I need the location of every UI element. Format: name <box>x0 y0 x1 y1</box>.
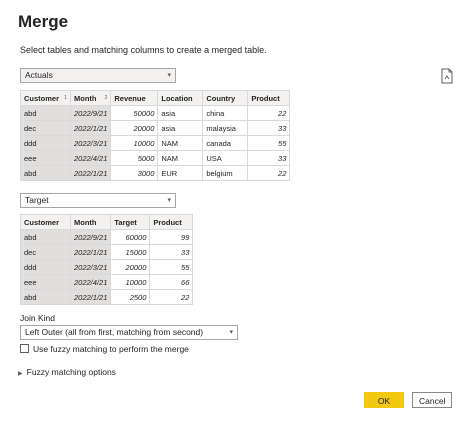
table-cell: 2022/1/21 <box>69 244 112 260</box>
table-row: eee 2022/4/21 5000 NAM USA 33 <box>20 150 291 166</box>
table-cell: 2022/1/21 <box>69 289 112 305</box>
column-header-customer[interactable]: Customer 1 <box>20 90 71 106</box>
table-cell: 2500 <box>110 289 151 305</box>
column-header-target[interactable]: Target <box>110 214 151 230</box>
table-cell: china <box>202 105 249 121</box>
table-cell: 10000 <box>110 274 151 290</box>
table-cell: NAM <box>157 150 204 166</box>
column-header-product[interactable]: Product <box>149 214 194 230</box>
table-cell: 2022/9/21 <box>69 105 112 121</box>
table-cell: 2022/1/21 <box>69 165 112 181</box>
table-cell: malaysia <box>202 120 249 136</box>
table-cell: USA <box>202 150 249 166</box>
table-cell: 2022/3/21 <box>69 259 112 275</box>
table-cell: 33 <box>247 150 291 166</box>
second-table-dropdown-value: Target <box>25 195 49 205</box>
column-header-customer[interactable]: Customer <box>20 214 71 230</box>
table-cell: dec <box>20 244 71 260</box>
dialog-subtitle: Select tables and matching columns to cr… <box>20 45 267 55</box>
table-cell: 10000 <box>110 135 159 151</box>
join-kind-label: Join Kind <box>20 313 55 323</box>
table-cell: 22 <box>149 289 194 305</box>
table-cell: belgium <box>202 165 249 181</box>
table-cell: 22 <box>247 165 291 181</box>
table-row: ddd 2022/3/21 20000 55 <box>20 259 194 275</box>
second-table-dropdown[interactable]: Target ▾ <box>20 193 176 208</box>
table-cell: eee <box>20 150 71 166</box>
table-cell: 33 <box>247 120 291 136</box>
table-row: eee 2022/4/21 10000 66 <box>20 274 194 290</box>
table-cell: ddd <box>20 259 71 275</box>
table-cell: 2022/4/21 <box>69 274 112 290</box>
first-table-preview: Customer 1 Month 2 Revenue Location Countr… <box>20 90 291 181</box>
table-row: abd 2022/1/21 2500 22 <box>20 289 194 305</box>
table-cell: 3000 <box>110 165 159 181</box>
table-cell: 33 <box>149 244 194 260</box>
table-cell: EUR <box>157 165 204 181</box>
dialog-title: Merge <box>18 12 69 31</box>
join-kind-dropdown-value: Left Outer (all from first, matching fro… <box>25 327 204 337</box>
sort-order-badge: 2 <box>104 95 108 101</box>
table-row: dec 2022/1/21 15000 33 <box>20 244 194 260</box>
table-cell: abd <box>20 289 71 305</box>
table-cell: asia <box>157 120 204 136</box>
chevron-down-icon: ▾ <box>167 197 171 204</box>
table-cell: 60000 <box>110 229 151 245</box>
column-header-month[interactable]: Month 2 <box>69 90 112 106</box>
fuzzy-matching-options-expander[interactable]: ▶ Fuzzy matching options <box>18 367 116 377</box>
table-cell: 20000 <box>110 259 151 275</box>
table-cell: abd <box>20 229 71 245</box>
table-cell: 55 <box>149 259 194 275</box>
table-cell: asia <box>157 105 204 121</box>
table-cell: 20000 <box>110 120 159 136</box>
table-cell: 55 <box>247 135 291 151</box>
table-cell: 2022/3/21 <box>69 135 112 151</box>
table-cell: 2022/4/21 <box>69 150 112 166</box>
chevron-down-icon: ▾ <box>229 329 233 336</box>
join-kind-dropdown[interactable]: Left Outer (all from first, matching fro… <box>20 325 238 340</box>
table-cell: eee <box>20 274 71 290</box>
table-header-row: Customer 1 Month 2 Revenue Location Countr… <box>20 90 291 106</box>
table-cell: 5000 <box>110 150 159 166</box>
table-cell: abd <box>20 165 71 181</box>
fuzzy-matching-options-label: Fuzzy matching options <box>26 367 116 377</box>
table-row: abd 2022/9/21 50000 asia china 22 <box>20 105 291 121</box>
file-preview-icon[interactable] <box>440 68 454 84</box>
chevron-right-icon: ▶ <box>18 371 23 377</box>
table-cell: dec <box>20 120 71 136</box>
table-cell: 15000 <box>110 244 151 260</box>
table-header-row: Customer Month Target Product <box>20 214 194 230</box>
table-cell: 50000 <box>110 105 159 121</box>
column-header-product[interactable]: Product <box>247 90 291 106</box>
second-table-preview: Customer Month Target Product abd 2022/9… <box>20 214 194 305</box>
table-cell: NAM <box>157 135 204 151</box>
column-header-location[interactable]: Location <box>157 90 204 106</box>
table-row: abd 2022/9/21 60000 99 <box>20 229 194 245</box>
table-cell: 22 <box>247 105 291 121</box>
first-table-dropdown[interactable]: Actuals ▾ <box>20 68 176 83</box>
table-cell: 2022/1/21 <box>69 120 112 136</box>
table-cell: 2022/9/21 <box>69 229 112 245</box>
table-cell: 99 <box>149 229 194 245</box>
table-row: abd 2022/1/21 3000 EUR belgium 22 <box>20 165 291 181</box>
fuzzy-matching-label[interactable]: Use fuzzy matching to perform the merge <box>33 344 189 354</box>
column-header-revenue[interactable]: Revenue <box>110 90 159 106</box>
first-table-dropdown-value: Actuals <box>25 70 53 80</box>
ok-button[interactable]: OK <box>364 392 404 408</box>
table-row: ddd 2022/3/21 10000 NAM canada 55 <box>20 135 291 151</box>
table-cell: ddd <box>20 135 71 151</box>
cancel-button[interactable]: Cancel <box>412 392 452 408</box>
table-row: dec 2022/1/21 20000 asia malaysia 33 <box>20 120 291 136</box>
table-cell: 66 <box>149 274 194 290</box>
sort-order-badge: 1 <box>64 95 67 101</box>
fuzzy-matching-checkbox[interactable] <box>20 344 29 353</box>
table-cell: abd <box>20 105 71 121</box>
column-header-country[interactable]: Country <box>202 90 249 106</box>
chevron-down-icon: ▾ <box>167 72 171 79</box>
column-header-month[interactable]: Month <box>69 214 112 230</box>
table-cell: canada <box>202 135 249 151</box>
